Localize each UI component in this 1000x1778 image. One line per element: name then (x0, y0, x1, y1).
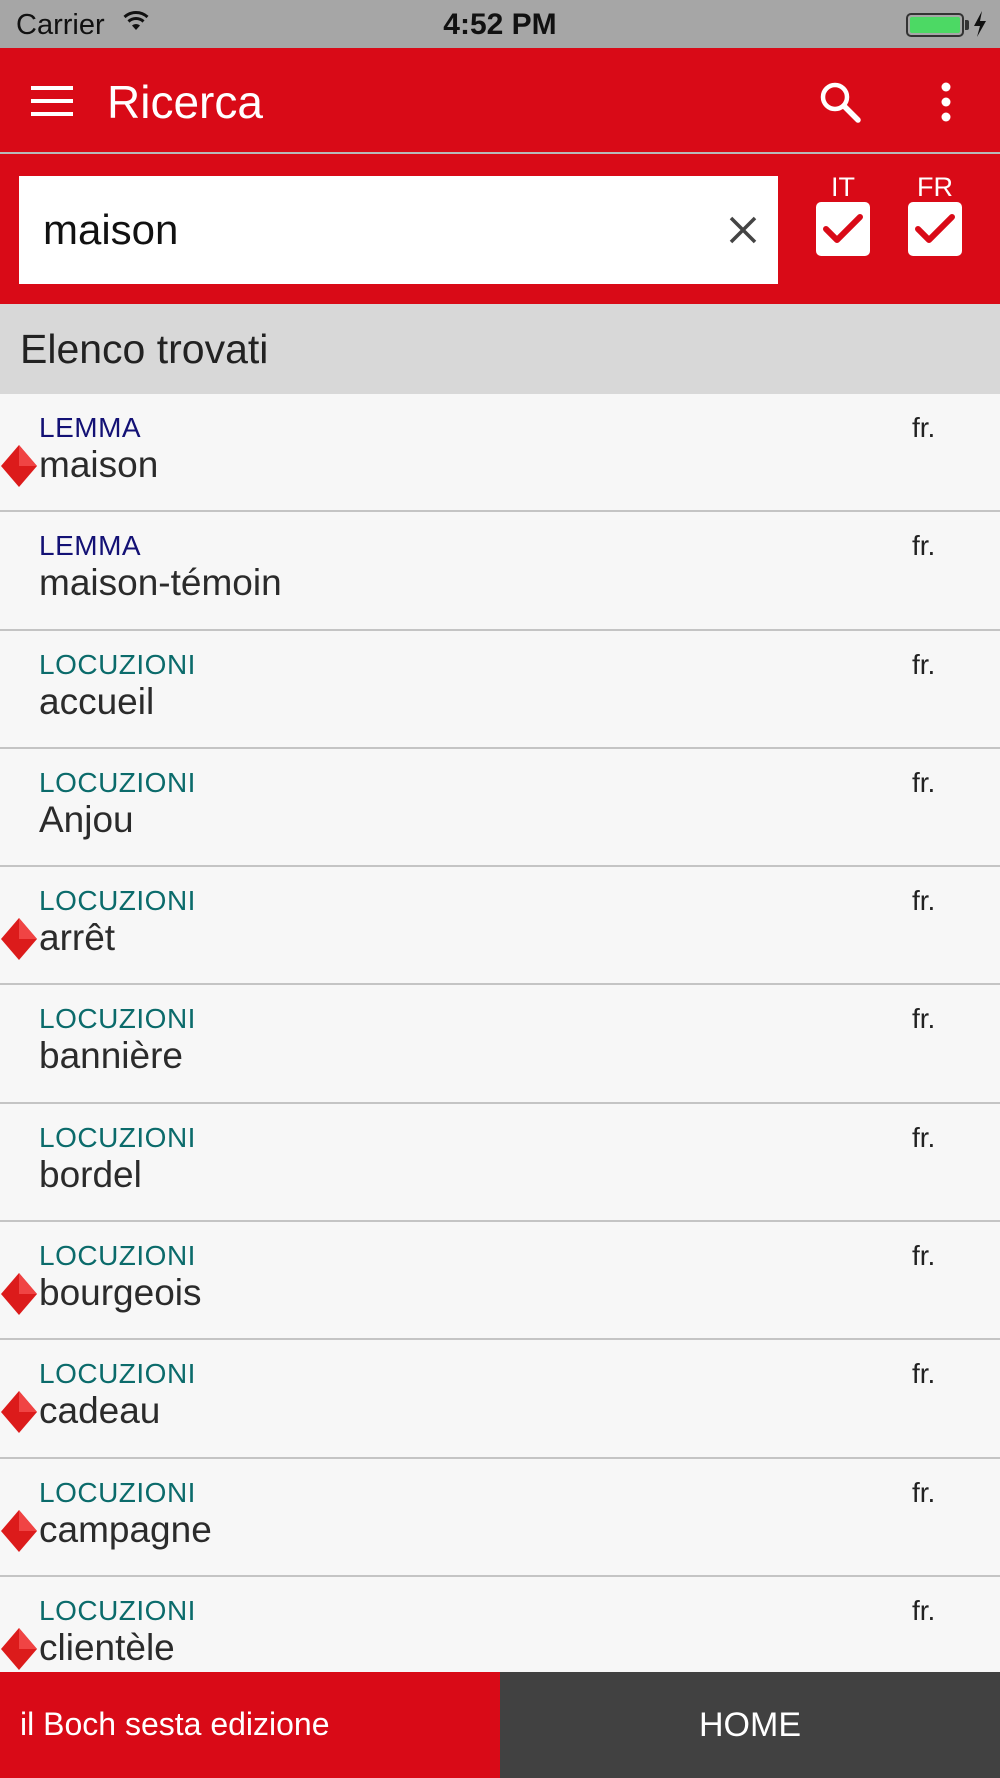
result-item[interactable]: LOCUZIONI campagne fr. (0, 1458, 1000, 1577)
result-category: LOCUZIONI (39, 1476, 196, 1508)
result-category: LOCUZIONI (39, 1594, 196, 1626)
clear-search-button[interactable] (719, 206, 767, 254)
result-lang: fr. (912, 1594, 936, 1626)
edition-label: il Boch sesta edizione (20, 1706, 330, 1742)
result-word: arrêt (39, 917, 116, 959)
search-icon (820, 82, 861, 123)
lang-checkbox-it[interactable] (816, 202, 870, 256)
lang-toggle-it: IT (815, 172, 871, 256)
menu-icon (31, 86, 73, 116)
lang-label-it: IT (831, 172, 855, 202)
result-lang: fr. (912, 412, 936, 443)
result-category: LOCUZIONI (39, 1240, 196, 1272)
home-label: HOME (699, 1705, 801, 1744)
result-list[interactable]: LEMMA maison fr. LEMMA maison-témoin fr.… (0, 394, 1000, 1672)
lang-checkbox-fr[interactable] (908, 202, 962, 256)
red-diamond-icon (0, 1509, 38, 1558)
lang-label-fr: FR (917, 172, 953, 202)
result-word: maison (39, 444, 159, 485)
result-lang: fr. (912, 648, 936, 680)
home-button[interactable]: HOME (500, 1672, 1000, 1778)
result-category: LOCUZIONI (39, 1121, 196, 1153)
page-title: Ricerca (107, 76, 263, 128)
result-lang: fr. (912, 885, 936, 917)
result-category: LOCUZIONI (39, 885, 196, 917)
result-category: LEMMA (39, 530, 142, 562)
result-category: LOCUZIONI (39, 648, 196, 680)
red-diamond-icon (0, 1272, 38, 1321)
search-button[interactable] (812, 74, 868, 130)
more-options-button[interactable] (918, 74, 974, 130)
result-item[interactable]: LOCUZIONI accueil fr. (0, 630, 1000, 749)
result-word: accueil (39, 680, 155, 722)
close-icon (729, 216, 757, 244)
lang-toggle-fr: FR (907, 172, 963, 256)
more-vert-icon (941, 82, 951, 122)
red-diamond-icon (0, 1627, 38, 1672)
result-item[interactable]: LEMMA maison-témoin fr. (0, 512, 1000, 631)
red-diamond-icon (0, 444, 38, 493)
result-item[interactable]: LOCUZIONI Anjou fr. (0, 748, 1000, 868)
result-category: LOCUZIONI (39, 766, 196, 798)
result-lang: fr. (912, 530, 936, 562)
result-lang: fr. (912, 1358, 936, 1390)
result-item[interactable]: LOCUZIONI bourgeois fr. (0, 1222, 1000, 1341)
results-header: Elenco trovati (0, 304, 1000, 394)
edition-button[interactable]: il Boch sesta edizione (0, 1672, 500, 1778)
results-header-title: Elenco trovati (20, 326, 269, 372)
app-bar: Ricerca (0, 48, 1000, 154)
search-area: IT FR (0, 154, 1000, 304)
battery-icon (906, 13, 964, 37)
red-diamond-icon (0, 1390, 38, 1439)
status-bar: Carrier 4:52 PM (0, 0, 1000, 48)
red-diamond-icon (0, 917, 38, 966)
result-word: cadeau (39, 1390, 161, 1432)
result-word: maison-témoin (39, 562, 282, 604)
result-lang: fr. (912, 1476, 936, 1508)
result-item[interactable]: LOCUZIONI arrêt fr. (0, 867, 1000, 986)
result-category: LOCUZIONI (39, 1358, 196, 1390)
charging-bolt-icon (972, 10, 988, 43)
result-word: bannière (39, 1035, 184, 1077)
result-word: Anjou (39, 798, 134, 840)
result-word: campagne (39, 1508, 212, 1550)
result-word: bourgeois (39, 1272, 202, 1314)
result-item[interactable]: LOCUZIONI clientèle fr. (0, 1576, 1000, 1672)
result-category: LEMMA (39, 412, 142, 443)
bottom-bar: il Boch sesta edizione HOME (0, 1672, 1000, 1778)
result-lang: fr. (912, 766, 936, 798)
battery-tip (965, 20, 969, 30)
result-word: bordel (39, 1153, 142, 1195)
result-lang: fr. (912, 1121, 936, 1153)
result-lang: fr. (912, 1240, 936, 1272)
result-item[interactable]: LOCUZIONI cadeau fr. (0, 1340, 1000, 1459)
search-box (19, 176, 778, 284)
status-time: 4:52 PM (443, 8, 557, 41)
check-icon (915, 214, 955, 243)
result-item[interactable]: LOCUZIONI bordel fr. (0, 1103, 1000, 1223)
check-icon (823, 214, 863, 243)
result-lang: fr. (912, 1003, 936, 1035)
result-category: LOCUZIONI (39, 1003, 196, 1035)
menu-button[interactable] (22, 76, 82, 126)
result-item[interactable]: LEMMA maison fr. (0, 394, 1000, 513)
result-item[interactable]: LOCUZIONI bannière fr. (0, 985, 1000, 1104)
search-input[interactable] (43, 202, 683, 258)
result-word: clientèle (39, 1626, 175, 1668)
